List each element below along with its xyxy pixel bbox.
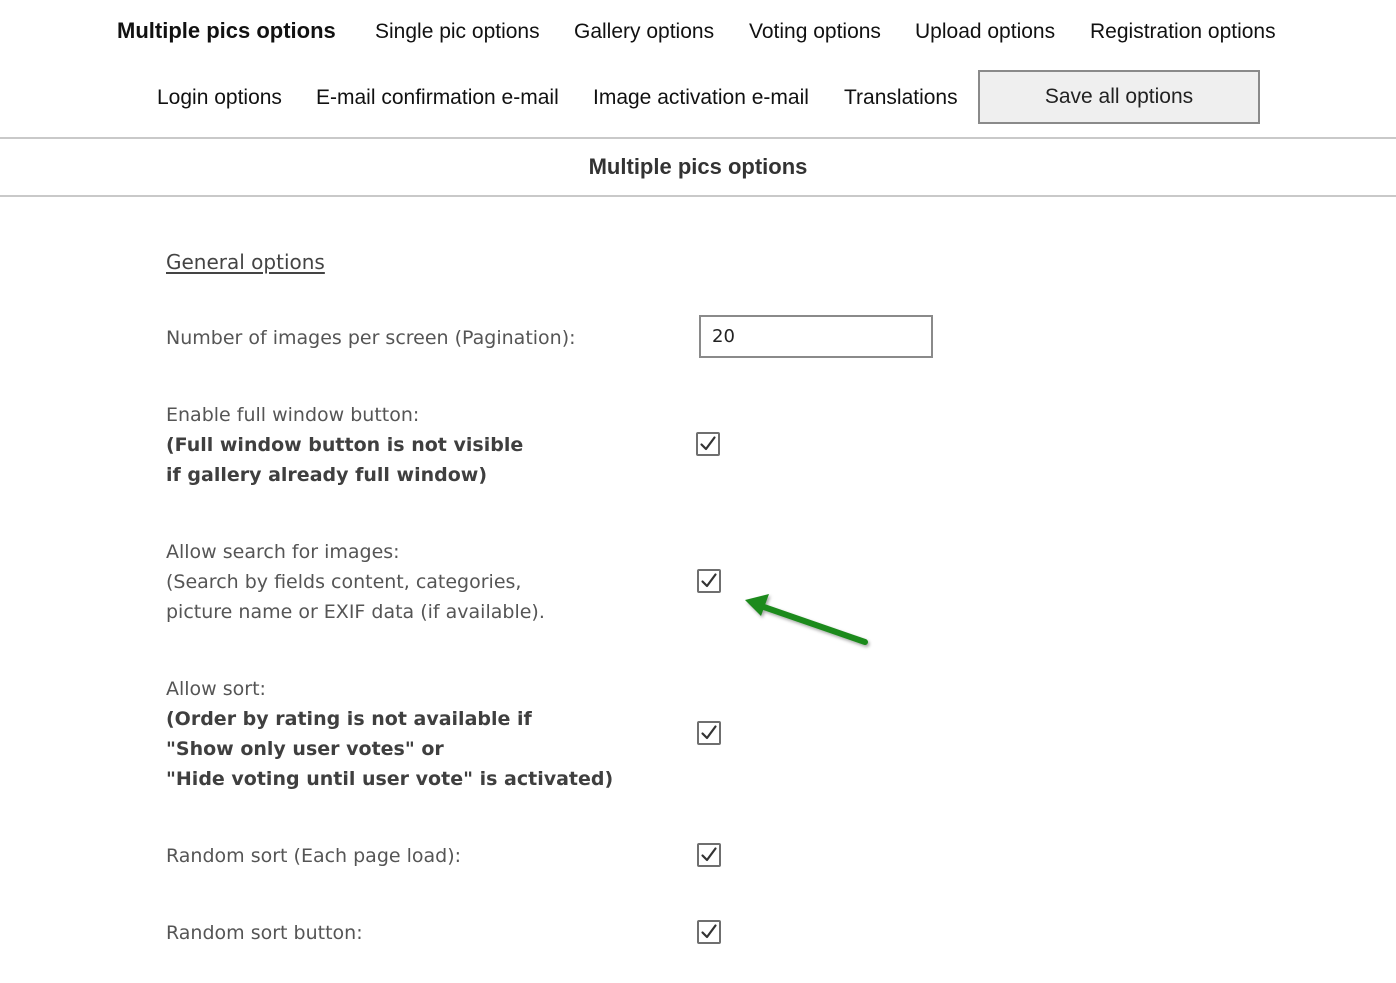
sort-note-line1: (Order by rating is not available if <box>166 708 532 730</box>
search-label: Allow search for images: <box>166 541 400 563</box>
tab-translations[interactable]: Translations <box>844 85 958 111</box>
random-sort-button-checkbox[interactable] <box>697 920 721 944</box>
section-title: Multiple pics options <box>588 154 808 179</box>
tab-gallery-options[interactable]: Gallery options <box>574 19 714 45</box>
full-window-label-group: Enable full window button: (Full window … <box>166 400 523 490</box>
sort-note-line3: "Hide voting until user vote" is activat… <box>166 768 614 790</box>
tab-registration-options[interactable]: Registration options <box>1090 19 1276 45</box>
checkmark-icon <box>700 436 716 451</box>
pagination-label: Number of images per screen (Pagination)… <box>166 327 576 349</box>
checkmark-icon <box>701 573 717 588</box>
general-options-heading: General options <box>166 250 325 274</box>
checkmark-icon <box>701 725 717 740</box>
tab-image-activation-email[interactable]: Image activation e-mail <box>593 85 809 111</box>
arrow-icon <box>745 594 868 645</box>
tab-upload-options[interactable]: Upload options <box>915 19 1055 45</box>
full-window-note-line1: (Full window button is not visible <box>166 434 524 456</box>
full-window-label: Enable full window button: <box>166 404 420 426</box>
tab-voting-options[interactable]: Voting options <box>749 19 881 45</box>
random-sort-label: Random sort (Each page load): <box>166 845 462 867</box>
tab-email-confirmation-email[interactable]: E-mail confirmation e-mail <box>316 85 559 111</box>
search-note-line2: picture name or EXIF data (if available)… <box>166 601 545 623</box>
checkmark-icon <box>701 924 717 939</box>
pagination-input[interactable] <box>699 315 933 358</box>
search-note-line1: (Search by fields content, categories, <box>166 571 522 593</box>
full-window-note-line2: if gallery already full window) <box>166 464 488 486</box>
sort-checkbox[interactable] <box>697 721 721 745</box>
search-checkbox[interactable] <box>697 569 721 593</box>
random-sort-button-label: Random sort button: <box>166 922 363 944</box>
tab-multiple-pics-options[interactable]: Multiple pics options <box>117 18 336 44</box>
section-divider <box>0 195 1396 197</box>
checkmark-icon <box>701 847 717 862</box>
sort-note-line2: "Show only user votes" or <box>166 738 444 760</box>
save-all-options-button[interactable]: Save all options <box>978 70 1260 124</box>
tab-login-options[interactable]: Login options <box>157 85 282 111</box>
top-divider <box>0 137 1396 139</box>
sort-label: Allow sort: <box>166 678 266 700</box>
sort-label-group: Allow sort: (Order by rating is not avai… <box>166 674 613 794</box>
search-label-group: Allow search for images: (Search by fiel… <box>166 537 545 627</box>
tab-single-pic-options[interactable]: Single pic options <box>375 19 540 45</box>
full-window-checkbox[interactable] <box>696 432 720 456</box>
random-sort-checkbox[interactable] <box>697 843 721 867</box>
